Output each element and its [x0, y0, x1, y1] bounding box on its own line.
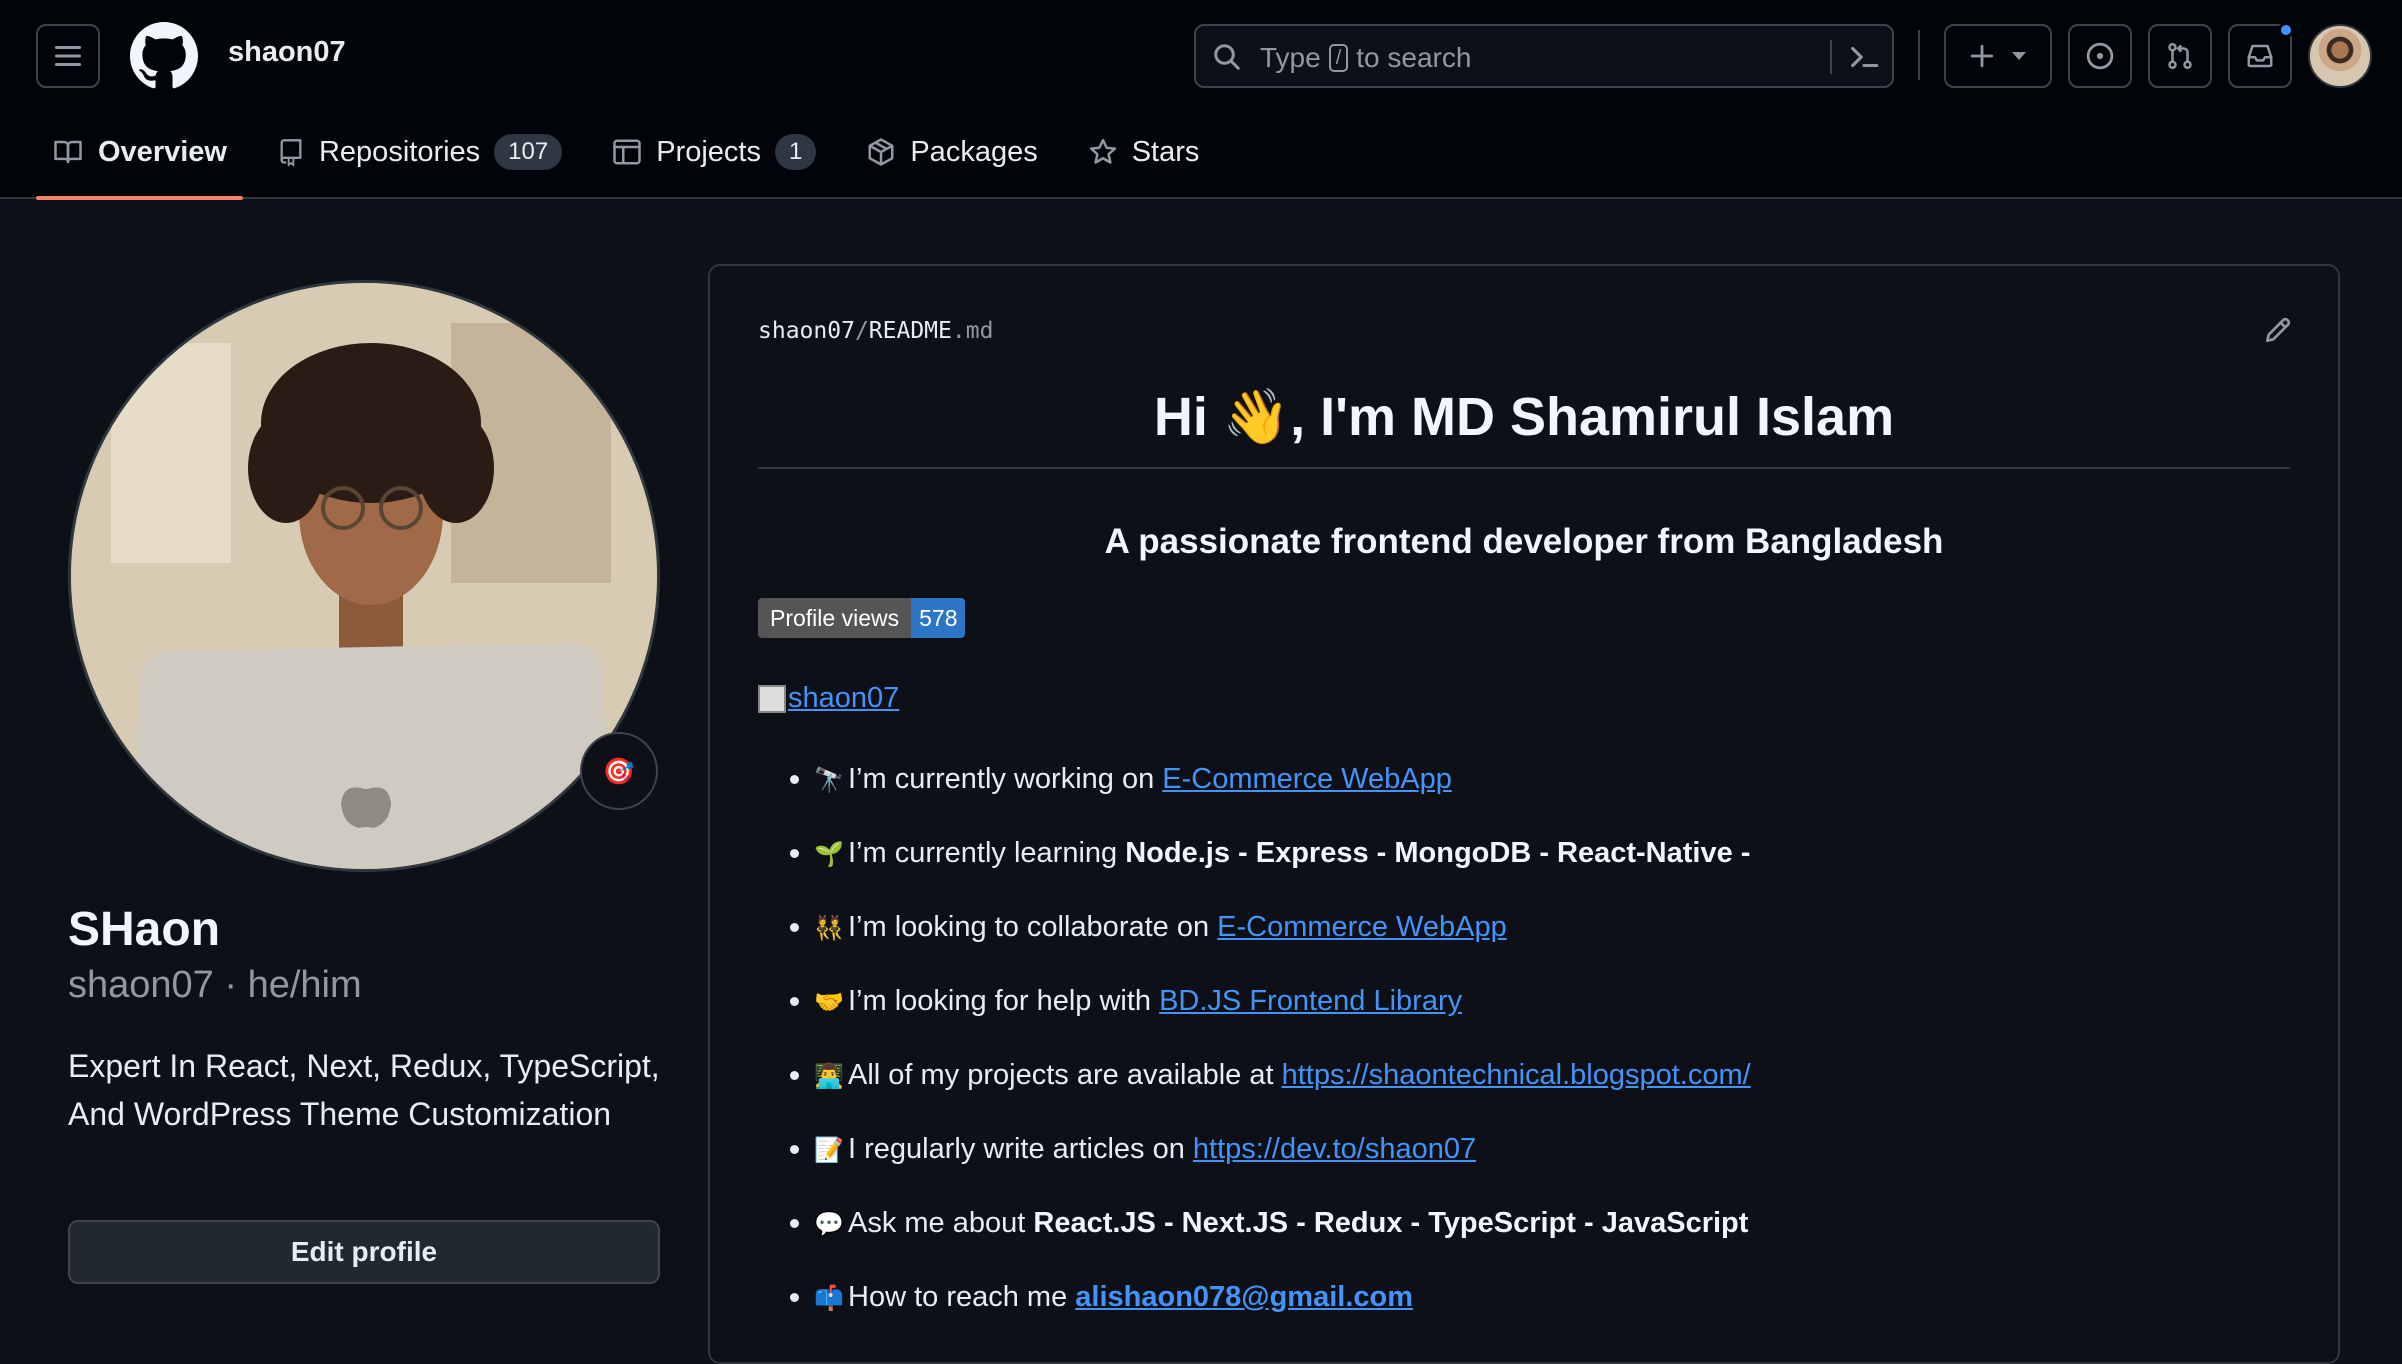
- list-item-text: I regularly write articles on: [848, 1133, 1193, 1165]
- search-prefix: Type: [1260, 42, 1321, 73]
- list-item: 🤝 I’m looking for help with BD.JS Fronten…: [790, 964, 2294, 1038]
- edit-profile-button[interactable]: Edit profile: [68, 1220, 660, 1284]
- pencil-icon[interactable]: [2262, 314, 2294, 346]
- list-item-text: I’m currently working on: [848, 763, 1163, 795]
- profile-views-count: 578: [911, 598, 966, 638]
- tab-stars-label: Stars: [1131, 135, 1200, 168]
- github-logo-icon[interactable]: [130, 22, 198, 90]
- list-item-text: All of my projects are available at: [848, 1059, 1282, 1091]
- readme-path-file[interactable]: README: [869, 318, 952, 344]
- tab-stars[interactable]: Stars: [1072, 118, 1216, 186]
- telescope-icon: 🔭: [814, 767, 844, 794]
- create-new-button[interactable]: [1944, 24, 2052, 88]
- list-item-text: I’m currently learning: [848, 837, 1126, 869]
- header-username[interactable]: shaon07: [228, 36, 346, 69]
- broken-image-link[interactable]: shaon07: [758, 682, 899, 715]
- profile-tabs: Overview Repositories 107 Projects 1 Pac…: [36, 118, 1233, 200]
- list-item: 📫 How to reach me alishaon078@gmail.com: [790, 1260, 2294, 1334]
- menu-button[interactable]: [36, 24, 100, 88]
- command-palette-icon[interactable]: [1846, 40, 1882, 74]
- header-separator: [1918, 30, 1920, 80]
- plus-icon: [1970, 44, 1994, 68]
- star-icon: [1089, 138, 1116, 164]
- search-input[interactable]: Type / to search: [1194, 24, 1894, 88]
- readme-card: shaon07/README.md Hi 👋, I'm MD Shamirul …: [708, 264, 2340, 1364]
- search-suffix: to search: [1356, 42, 1472, 73]
- profile-login: shaon07 · he/him: [68, 964, 362, 1006]
- handshake-icon: 🤝: [814, 989, 844, 1016]
- email-link[interactable]: alishaon078@gmail.com: [1075, 1281, 1413, 1313]
- profile-views-label: Profile views: [758, 598, 912, 638]
- search-placeholder: Type / to search: [1260, 42, 1471, 74]
- seedling-icon: 🌱: [814, 841, 844, 868]
- list-item-link[interactable]: E-Commerce WebApp: [1162, 763, 1452, 795]
- list-item-text: How to reach me: [848, 1281, 1076, 1313]
- repositories-count: 107: [494, 134, 563, 170]
- tab-overview[interactable]: Overview: [36, 118, 243, 200]
- tab-repositories[interactable]: Repositories 107: [261, 118, 578, 186]
- table-icon: [613, 139, 641, 165]
- list-item-link[interactable]: https://shaontechnical.blogspot.com/: [1282, 1059, 1751, 1091]
- profile-avatar[interactable]: [68, 280, 660, 872]
- triangle-down-icon: [2012, 52, 2026, 60]
- dancers-icon: 👯: [814, 915, 844, 942]
- list-item-link[interactable]: E-Commerce WebApp: [1217, 911, 1507, 943]
- package-icon: [868, 138, 894, 166]
- list-item-bold: Node.js - Express - MongoDB - React-Nati…: [1125, 837, 1751, 869]
- list-item: 📝 I regularly write articles on https://d…: [790, 1112, 2294, 1186]
- set-status-button[interactable]: 🎯: [580, 732, 658, 810]
- list-item: 💬 Ask me about React.JS - Next.JS - Redux…: [790, 1186, 2294, 1260]
- readme-path: shaon07/README.md: [758, 318, 993, 344]
- readme-path-separator: /: [854, 318, 869, 344]
- list-item-text: Ask me about: [848, 1207, 1034, 1239]
- issue-opened-icon: [2086, 42, 2114, 70]
- technologist-icon: 👨‍💻: [814, 1063, 844, 1090]
- list-item: 👯 I’m looking to collaborate on E-Commerc…: [790, 890, 2294, 964]
- list-item: 🌱 I’m currently learning Node.js - Expres…: [790, 816, 2294, 890]
- search-divider: [1830, 40, 1832, 74]
- broken-image-icon: [758, 684, 786, 713]
- notification-indicator: [2278, 22, 2294, 38]
- tab-projects-label: Projects: [656, 135, 761, 168]
- list-item-bold: React.JS - Next.JS - Redux - TypeScript …: [1033, 1207, 1749, 1239]
- global-header: shaon07 Type / to search Overview Reposi…: [0, 0, 2402, 200]
- status-emoji: 🎯: [602, 755, 636, 786]
- projects-count: 1: [774, 134, 817, 170]
- broken-image-alt: shaon07: [788, 682, 900, 714]
- readme-path-user[interactable]: shaon07: [758, 318, 855, 344]
- readme-title: Hi 👋, I'm MD Shamirul Islam: [758, 386, 2290, 469]
- git-pull-request-icon: [2168, 42, 2192, 70]
- inbox-icon: [2247, 44, 2273, 68]
- book-icon: [54, 140, 82, 164]
- profile-bio: Expert In React, Next, Redux, TypeScript…: [68, 1048, 660, 1132]
- tab-repositories-label: Repositories: [318, 135, 481, 168]
- readme-subtitle: A passionate frontend developer from Ban…: [1104, 522, 1944, 561]
- tab-packages[interactable]: Packages: [850, 118, 1053, 186]
- speech-bubble-icon: 💬: [814, 1211, 844, 1238]
- profile-name: SHaon: [68, 903, 221, 956]
- search-icon: [1214, 44, 1240, 70]
- tab-projects[interactable]: Projects 1: [596, 118, 832, 186]
- list-item: 👨‍💻 All of my projects are available at h…: [790, 1038, 2294, 1112]
- list-item-text: I’m looking to collaborate on: [848, 911, 1218, 943]
- list-item-link[interactable]: https://dev.to/shaon07: [1193, 1133, 1476, 1165]
- tab-packages-label: Packages: [910, 135, 1038, 168]
- profile-photo: [71, 283, 657, 869]
- hamburger-icon: [55, 46, 81, 66]
- list-item-link[interactable]: BD.JS Frontend Library: [1159, 985, 1462, 1017]
- search-shortcut-key: /: [1328, 44, 1349, 72]
- issues-button[interactable]: [2068, 24, 2132, 88]
- readme-path-ext: .md: [951, 318, 994, 344]
- readme-list: 🔭 I’m currently working on E-Commerce Web…: [790, 742, 2294, 1334]
- tab-overview-label: Overview: [98, 135, 227, 168]
- memo-icon: 📝: [814, 1137, 844, 1164]
- user-avatar-button[interactable]: [2308, 24, 2372, 88]
- list-item: 🔭 I’m currently working on E-Commerce Web…: [790, 742, 2294, 816]
- pull-requests-button[interactable]: [2148, 24, 2212, 88]
- mailbox-icon: 📫: [814, 1285, 844, 1312]
- repo-icon: [280, 139, 302, 167]
- list-item-text: I’m looking for help with: [848, 985, 1160, 1017]
- profile-views-badge[interactable]: Profile views 578: [758, 598, 966, 638]
